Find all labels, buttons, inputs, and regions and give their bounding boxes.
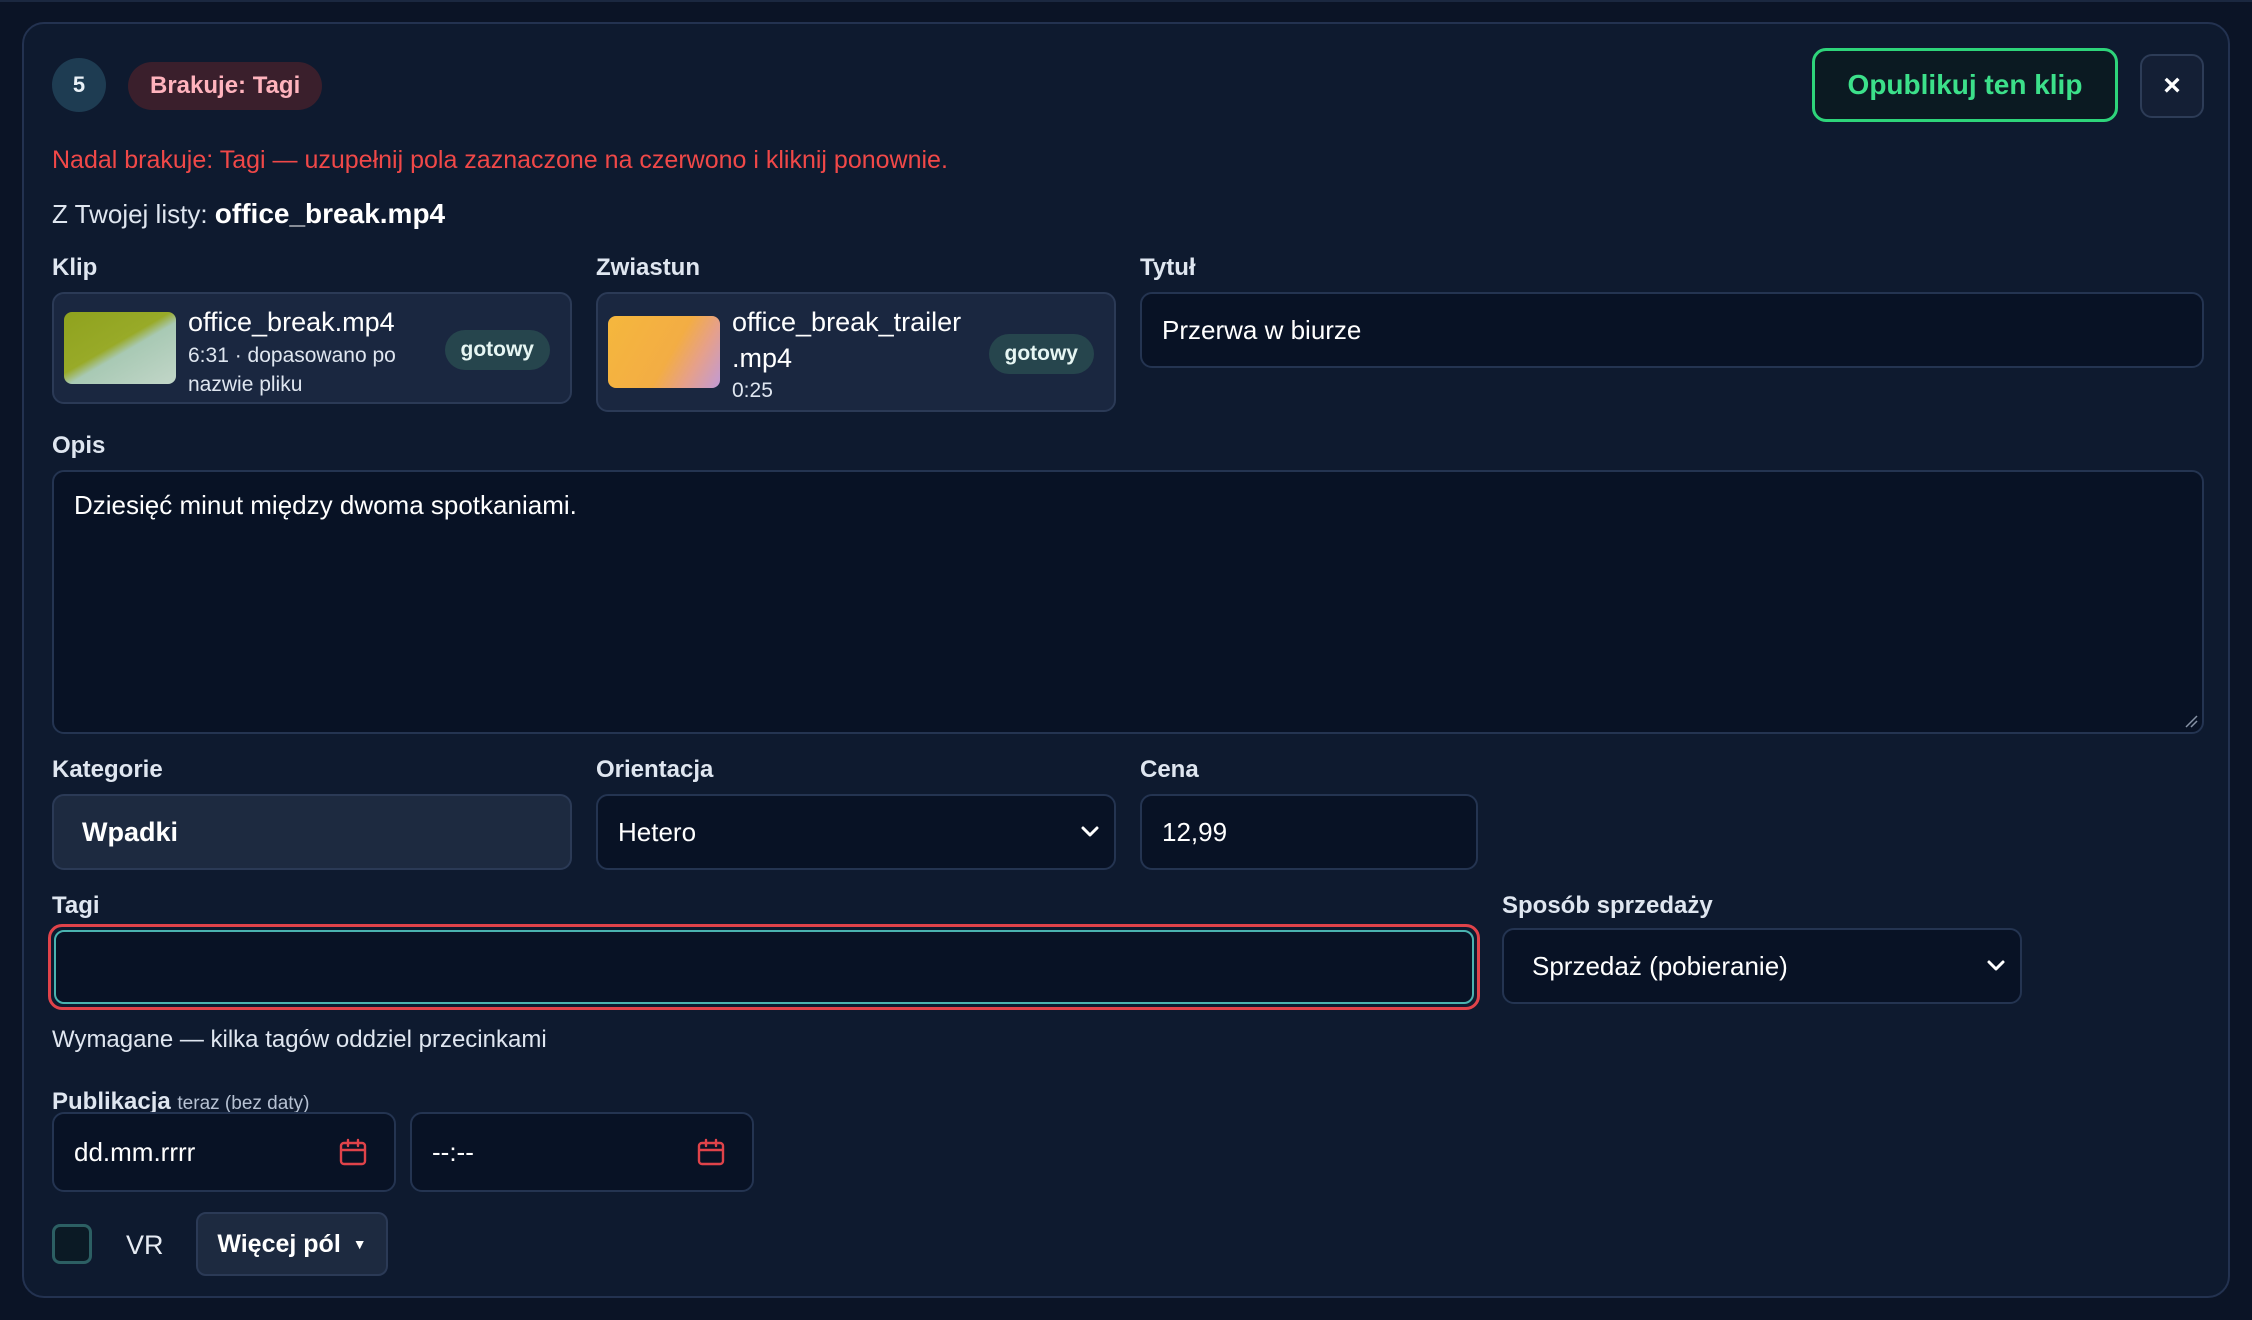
resize-handle-icon[interactable] xyxy=(2184,714,2198,728)
trailer-label: Zwiastun xyxy=(596,254,701,281)
close-icon: × xyxy=(2163,69,2181,102)
trailer-duration: 0:25 xyxy=(732,379,773,402)
sale-mode-select[interactable]: Sprzedaż (pobieranie) xyxy=(1502,928,2022,1004)
calendar-icon[interactable] xyxy=(696,1137,726,1167)
clip-meta-line1: 6:31 · dopasowano po xyxy=(188,344,396,367)
publication-time-input[interactable]: --:-- xyxy=(410,1112,754,1192)
chevron-down-icon xyxy=(1987,960,2005,971)
date-placeholder: dd.mm.rrrr xyxy=(74,1136,196,1167)
tags-input-error-frame xyxy=(48,924,1480,1010)
categories-field[interactable]: Wpadki xyxy=(52,794,572,870)
source-prefix: Z Twojej listy: xyxy=(52,199,208,229)
more-fields-button[interactable]: Więcej pól ▼ xyxy=(196,1212,388,1276)
orientation-select[interactable]: Hetero xyxy=(596,794,1116,870)
publication-label: Publikacja xyxy=(52,1088,171,1115)
title-input[interactable]: Przerwa w biurze xyxy=(1140,292,2204,368)
more-fields-label: Więcej pól xyxy=(217,1229,341,1258)
categories-label: Kategorie xyxy=(52,756,163,783)
caret-down-icon: ▼ xyxy=(352,1236,367,1252)
title-label: Tytuł xyxy=(1140,254,1196,281)
orientation-selected: Hetero xyxy=(618,816,697,847)
trailer-thumbnail xyxy=(608,316,720,388)
clip-editor-card: 5 Brakuje: Tagi Opublikuj ten klip × Nad… xyxy=(22,22,2230,1298)
sale-mode-selected: Sprzedaż (pobieranie) xyxy=(1532,950,1788,981)
top-divider xyxy=(0,0,2252,2)
item-number-badge: 5 xyxy=(52,58,106,112)
price-input[interactable]: 12,99 xyxy=(1140,794,1478,870)
orientation-label: Orientacja xyxy=(596,756,714,783)
description-textarea[interactable]: Dziesięć minut między dwoma spotkaniami. xyxy=(52,470,2204,734)
sale-mode-label: Sposób sprzedaży xyxy=(1502,892,1713,919)
trailer-status-badge: gotowy xyxy=(988,334,1094,374)
publication-date-input[interactable]: dd.mm.rrrr xyxy=(52,1112,396,1192)
validation-error-message: Nadal brakuje: Tagi — uzupełnij pola zaz… xyxy=(52,146,948,174)
tags-hint: Wymagane — kilka tagów oddziel przecinka… xyxy=(52,1026,547,1053)
calendar-icon[interactable] xyxy=(338,1137,368,1167)
trailer-file-card[interactable]: office_break_trailer .mp4 0:25 gotowy xyxy=(596,292,1116,412)
tags-input[interactable] xyxy=(54,930,1474,1004)
clip-label: Klip xyxy=(52,254,98,281)
clip-status-badge: gotowy xyxy=(444,330,550,370)
source-line: Z Twojej listy: office_break.mp4 xyxy=(52,198,445,230)
vr-label: VR xyxy=(126,1230,164,1260)
vr-checkbox[interactable] xyxy=(52,1224,92,1264)
publication-sublabel: teraz (bez daty) xyxy=(177,1093,310,1114)
close-button[interactable]: × xyxy=(2140,54,2204,118)
clip-meta-line2: nazwie pliku xyxy=(188,373,303,396)
chevron-down-icon xyxy=(1081,826,1099,837)
clip-file-card[interactable]: office_break.mp4 6:31 · dopasowano po na… xyxy=(52,292,572,404)
time-placeholder: --:-- xyxy=(432,1136,474,1167)
publish-clip-button[interactable]: Opublikuj ten klip xyxy=(1812,48,2118,122)
trailer-filename-line1: office_break_trailer xyxy=(732,307,962,337)
clip-filename: office_break.mp4 xyxy=(188,307,395,337)
description-label: Opis xyxy=(52,432,106,459)
source-filename: office_break.mp4 xyxy=(214,198,446,229)
tags-label: Tagi xyxy=(52,892,100,919)
clip-thumbnail xyxy=(64,312,176,384)
missing-fields-badge: Brakuje: Tagi xyxy=(128,62,323,110)
price-label: Cena xyxy=(1140,756,1199,783)
trailer-filename-line2: .mp4 xyxy=(732,343,793,373)
description-text: Dziesięć minut między dwoma spotkaniami. xyxy=(74,490,577,520)
